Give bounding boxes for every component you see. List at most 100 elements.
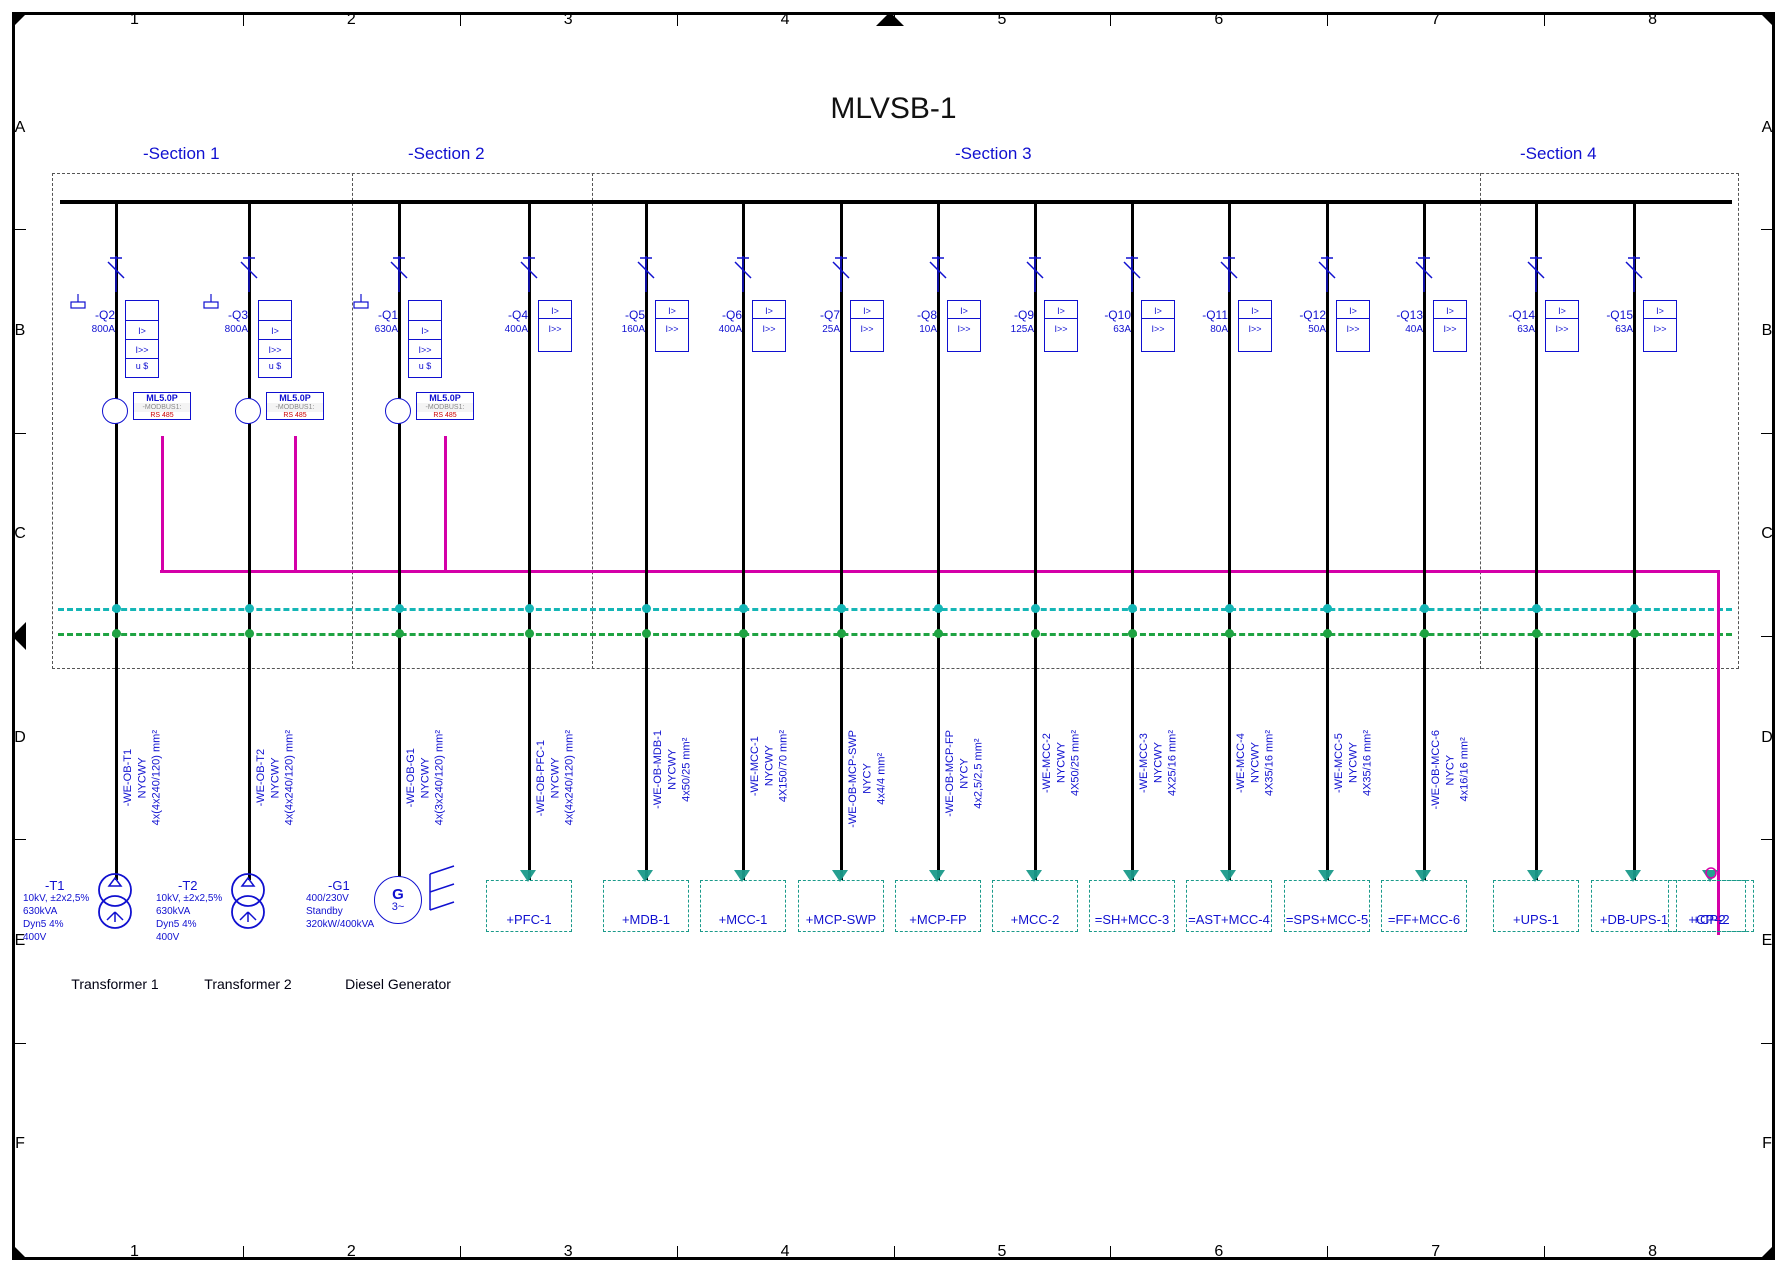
n-node [525,629,534,638]
feeder-line [1326,200,1329,880]
grid-col-bottom: 1 [124,1245,144,1259]
section-separator [352,173,353,669]
breaker-box: I>I>>u $ [258,300,292,378]
cable-label: -WE-OB-MCC-6NYCY4x16/16 mm² [1429,730,1472,809]
grid-col-top: 3 [558,13,578,27]
breaker-rating: 800A [73,324,115,335]
modbus-trunk [160,570,1720,573]
cable-label: -WE-MCC-2NYCWY4X50/25 mm² [1040,730,1083,796]
n-node [1128,629,1137,638]
breaker-rating: 800A [206,324,248,335]
cable-label: -WE-OB-MDB-1NYCWY4x50/25 mm² [651,730,694,809]
feeder-line [1228,200,1231,880]
cable-label: -WE-OB-T1NYCWY4x(4x240/120) mm² [121,730,164,825]
energy-meter: ML5.0P -MODBUS1: RS 485 [133,392,191,420]
breaker-box: I>I>> [1336,300,1370,352]
modbus-stub [444,436,447,570]
cable-label: -WE-MCC-3NYCWY4X25/16 mm² [1137,730,1180,796]
grid-row-right: A [1760,118,1774,138]
feeder-line [645,200,648,880]
grid-row-right: C [1760,524,1774,544]
n-node [1630,629,1639,638]
modbus-stub [161,436,164,570]
transformer-icon [224,870,272,942]
disconnect-icon [105,256,127,292]
breaker-tag: -Q13 [1381,308,1423,322]
n-bus [58,633,1732,636]
grid-col-top: 8 [1643,13,1663,27]
grid-col-bottom: 2 [341,1245,361,1259]
n-node [112,629,121,638]
main-busbar [60,200,1732,204]
section-separator [1480,173,1481,669]
breaker-tag: -Q1 [356,308,398,322]
breaker-tag: -Q15 [1591,308,1633,322]
pe-node [1323,604,1332,613]
breaker-tag: -Q14 [1493,308,1535,322]
grid-row-right: B [1760,321,1774,341]
grid-row-left: A [13,118,27,138]
grid-row-left: F [13,1134,27,1154]
pe-node [395,604,404,613]
disconnect-icon [1218,256,1240,292]
breaker-rating: 160A [603,324,645,335]
load-box: =FF+MCC-6 [1381,880,1467,932]
grid-col-bottom: 5 [992,1245,1012,1259]
source-name: Transformer 2 [178,976,318,992]
pe-node [642,604,651,613]
n-node [837,629,846,638]
n-node [1225,629,1234,638]
feeder-line [1535,200,1538,880]
cable-label: -WE-OB-G1NYCWY4x(3x240/120) mm² [404,730,447,825]
breaker-box: I>I>> [1545,300,1579,352]
breaker-box: I>I>> [1433,300,1467,352]
page-title: MLVSB-1 [0,92,1787,126]
grid-col-bottom: 4 [775,1245,795,1259]
disconnect-icon [732,256,754,292]
grid-row-left: D [13,728,27,748]
breaker-rating: 40A [1381,324,1423,335]
grid-col-top: 7 [1426,13,1446,27]
breaker-box: I>I>>u $ [125,300,159,378]
n-node [395,629,404,638]
gen-starpoint-icon [424,864,464,920]
section-label: -Section 1 [143,144,220,164]
cable-label: -WE-OB-T2NYCWY4x(4x240/120) mm² [254,730,297,825]
breaker-rating: 63A [1089,324,1131,335]
source-name: Diesel Generator [328,976,468,992]
breaker-box: I>I>> [1044,300,1078,352]
source-spec: 10kV, ±2x2,5%630kVADyn5 4%400V [156,892,222,944]
source-tag: -T2 [178,878,198,893]
load-box: +DB-UPS-1 [1591,880,1677,932]
load-box: +MDB-1 [603,880,689,932]
breaker-rating: 80A [1186,324,1228,335]
energy-meter: ML5.0P -MODBUS1: RS 485 [416,392,474,420]
grid-col-bottom: 3 [558,1245,578,1259]
load-box: +MCP-SWP [798,880,884,932]
breaker-rating: 400A [486,324,528,335]
load-box: =AST+MCC-4 [1186,880,1272,932]
section-label: -Section 3 [955,144,1032,164]
grid-col-top: 1 [124,13,144,27]
cable-label: -WE-OB-MCP-SWPNYCY4x4/4 mm² [846,730,889,828]
source-tag: -T1 [45,878,65,893]
breaker-box: I>I>> [655,300,689,352]
grid-col-bottom: 7 [1426,1245,1446,1259]
feeder-line [1034,200,1037,880]
pe-node [1532,604,1541,613]
n-node [1031,629,1040,638]
breaker-rating: 63A [1493,324,1535,335]
pe-node [837,604,846,613]
breaker-box: I>I>> [947,300,981,352]
load-box: +UPS-1 [1493,880,1579,932]
breaker-rating: 25A [798,324,840,335]
grid-row-right: D [1760,728,1774,748]
breaker-box: I>I>> [1141,300,1175,352]
breaker-tag: -Q9 [992,308,1034,322]
disconnect-icon [1525,256,1547,292]
feeder-line [115,200,118,880]
section-label: -Section 4 [1520,144,1597,164]
breaker-tag: -Q6 [700,308,742,322]
panel-enclosure [52,173,1739,669]
breaker-box: I>I>> [1238,300,1272,352]
